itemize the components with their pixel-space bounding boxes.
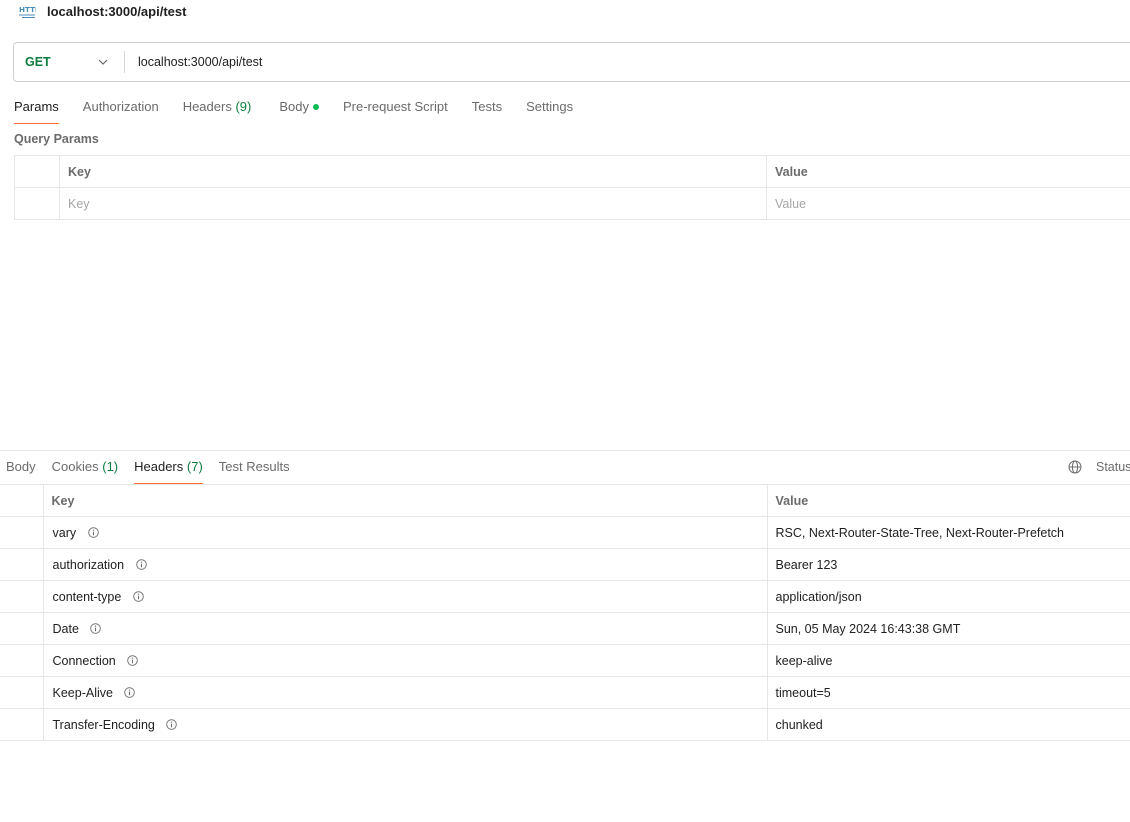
- key-input[interactable]: Key: [59, 187, 767, 220]
- tab-label: Cookies: [51, 459, 99, 474]
- tab-body[interactable]: Body: [279, 96, 319, 124]
- header-value: Bearer 123: [766, 548, 1130, 581]
- request-tabs: Params Authorization Headers (9) Body Pr…: [14, 96, 573, 124]
- key-column-header: Key: [42, 484, 768, 517]
- row-spacer-cell: [0, 676, 44, 709]
- blank-column-header: [0, 484, 44, 517]
- row-spacer-cell: [0, 612, 44, 645]
- table-row: Key Value: [14, 187, 1130, 220]
- tab-settings[interactable]: Settings: [526, 96, 573, 124]
- tab-label: Headers: [134, 459, 184, 474]
- tab-count: (7): [186, 459, 203, 474]
- globe-icon[interactable]: [1068, 460, 1082, 474]
- table-header-row: Key Value: [14, 155, 1130, 188]
- table-header-row: Key Value: [0, 484, 1130, 517]
- header-key: Connection: [52, 653, 116, 668]
- info-icon[interactable]: [133, 590, 144, 602]
- tab-count: (9): [235, 99, 252, 114]
- tab-count: (1): [102, 459, 119, 474]
- row-spacer-cell: [0, 644, 44, 677]
- tab-authorization[interactable]: Authorization: [83, 96, 159, 124]
- header-key-cell: Date: [42, 612, 768, 645]
- tab-label: Test Results: [218, 459, 290, 474]
- header-key: authorization: [52, 557, 125, 572]
- header-key-cell: authorization: [42, 548, 768, 581]
- table-row: authorization Bearer 123: [0, 548, 1130, 581]
- row-checkbox-cell: [14, 187, 60, 220]
- value-column-header: Value: [766, 484, 1130, 517]
- value-column-header: Value: [766, 155, 1130, 188]
- row-spacer-cell: [0, 516, 44, 549]
- header-value: timeout=5: [766, 676, 1130, 709]
- header-key: content-type: [52, 589, 122, 604]
- checkbox-column-header: [14, 155, 60, 188]
- header-value: chunked: [766, 708, 1130, 741]
- tab-label: Params: [14, 99, 59, 114]
- method-label: GET: [25, 55, 51, 69]
- tab-response-body[interactable]: Body: [6, 456, 36, 484]
- header-key-cell: content-type: [42, 580, 768, 613]
- row-spacer-cell: [0, 708, 44, 741]
- info-icon[interactable]: [127, 654, 138, 666]
- key-column-header: Key: [59, 155, 767, 188]
- tab-label: Pre-request Script: [342, 99, 448, 114]
- header-value: keep-alive: [766, 644, 1130, 677]
- tab-tests[interactable]: Tests: [472, 96, 502, 124]
- table-row: vary RSC, Next-Router-State-Tree, Next-R…: [0, 516, 1130, 549]
- value-input[interactable]: Value: [766, 187, 1130, 220]
- tab-headers[interactable]: Headers (9): [183, 96, 252, 124]
- tab-params[interactable]: Params: [14, 96, 59, 124]
- tab-test-results[interactable]: Test Results: [219, 456, 290, 484]
- tab-label: Tests: [471, 99, 503, 114]
- row-spacer-cell: [0, 580, 44, 613]
- request-title-row: HTTP localhost:3000/api/test: [18, 0, 186, 24]
- http-icon: HTTP: [19, 5, 36, 18]
- header-key: Transfer-Encoding: [52, 717, 155, 732]
- response-meta: Status: [1068, 460, 1130, 474]
- header-value: Sun, 05 May 2024 16:43:38 GMT: [766, 612, 1130, 645]
- query-params-title: Query Params: [14, 132, 99, 146]
- header-value: RSC, Next-Router-State-Tree, Next-Router…: [766, 516, 1130, 549]
- pane-divider[interactable]: [0, 450, 1130, 451]
- green-dot-icon: [312, 104, 319, 110]
- table-row: Connection keep-alive: [0, 644, 1130, 677]
- tab-cookies[interactable]: Cookies (1): [52, 456, 118, 484]
- table-row: Transfer-Encoding chunked: [0, 708, 1130, 741]
- info-icon[interactable]: [166, 718, 178, 730]
- table-row: Keep-Alive timeout=5: [0, 676, 1130, 709]
- table-row: content-type application/json: [0, 580, 1130, 613]
- chevron-down-icon: [98, 59, 108, 65]
- tab-label: Authorization: [82, 99, 159, 114]
- response-tabs: Body Cookies (1) Headers (7) Test Result…: [6, 456, 290, 484]
- header-key-cell: vary: [42, 516, 768, 549]
- header-key-cell: Keep-Alive: [42, 676, 768, 709]
- tab-pre-request-script[interactable]: Pre-request Script: [343, 96, 448, 124]
- info-icon[interactable]: [135, 558, 147, 570]
- info-icon[interactable]: [87, 526, 99, 538]
- table-row: Date Sun, 05 May 2024 16:43:38 GMT: [0, 612, 1130, 645]
- header-key: Keep-Alive: [52, 685, 113, 700]
- info-icon[interactable]: [90, 622, 102, 634]
- header-key-cell: Transfer-Encoding: [42, 708, 768, 741]
- header-key-cell: Connection: [42, 644, 768, 677]
- request-title[interactable]: localhost:3000/api/test: [47, 4, 186, 19]
- tab-response-headers[interactable]: Headers (7): [134, 456, 203, 484]
- query-params-table: Key Value Key Value: [14, 155, 1130, 220]
- row-spacer-cell: [0, 548, 44, 581]
- tab-label: Body: [279, 99, 309, 114]
- header-value: application/json: [766, 580, 1130, 613]
- tab-label: Body: [6, 459, 36, 474]
- tab-label: Settings: [526, 99, 574, 114]
- header-key: vary: [52, 525, 77, 540]
- header-key: Date: [52, 621, 79, 636]
- url-bar: GET: [13, 42, 1130, 82]
- url-input[interactable]: [125, 43, 1130, 81]
- status-label: Status: [1096, 460, 1130, 474]
- tab-label: Headers: [182, 99, 232, 114]
- svg-text:HTTP: HTTP: [19, 5, 36, 14]
- response-headers-table: Key Value vary RSC, Next-Router-State-Tr…: [0, 484, 1130, 741]
- info-icon[interactable]: [124, 686, 136, 698]
- method-select[interactable]: GET: [14, 43, 124, 81]
